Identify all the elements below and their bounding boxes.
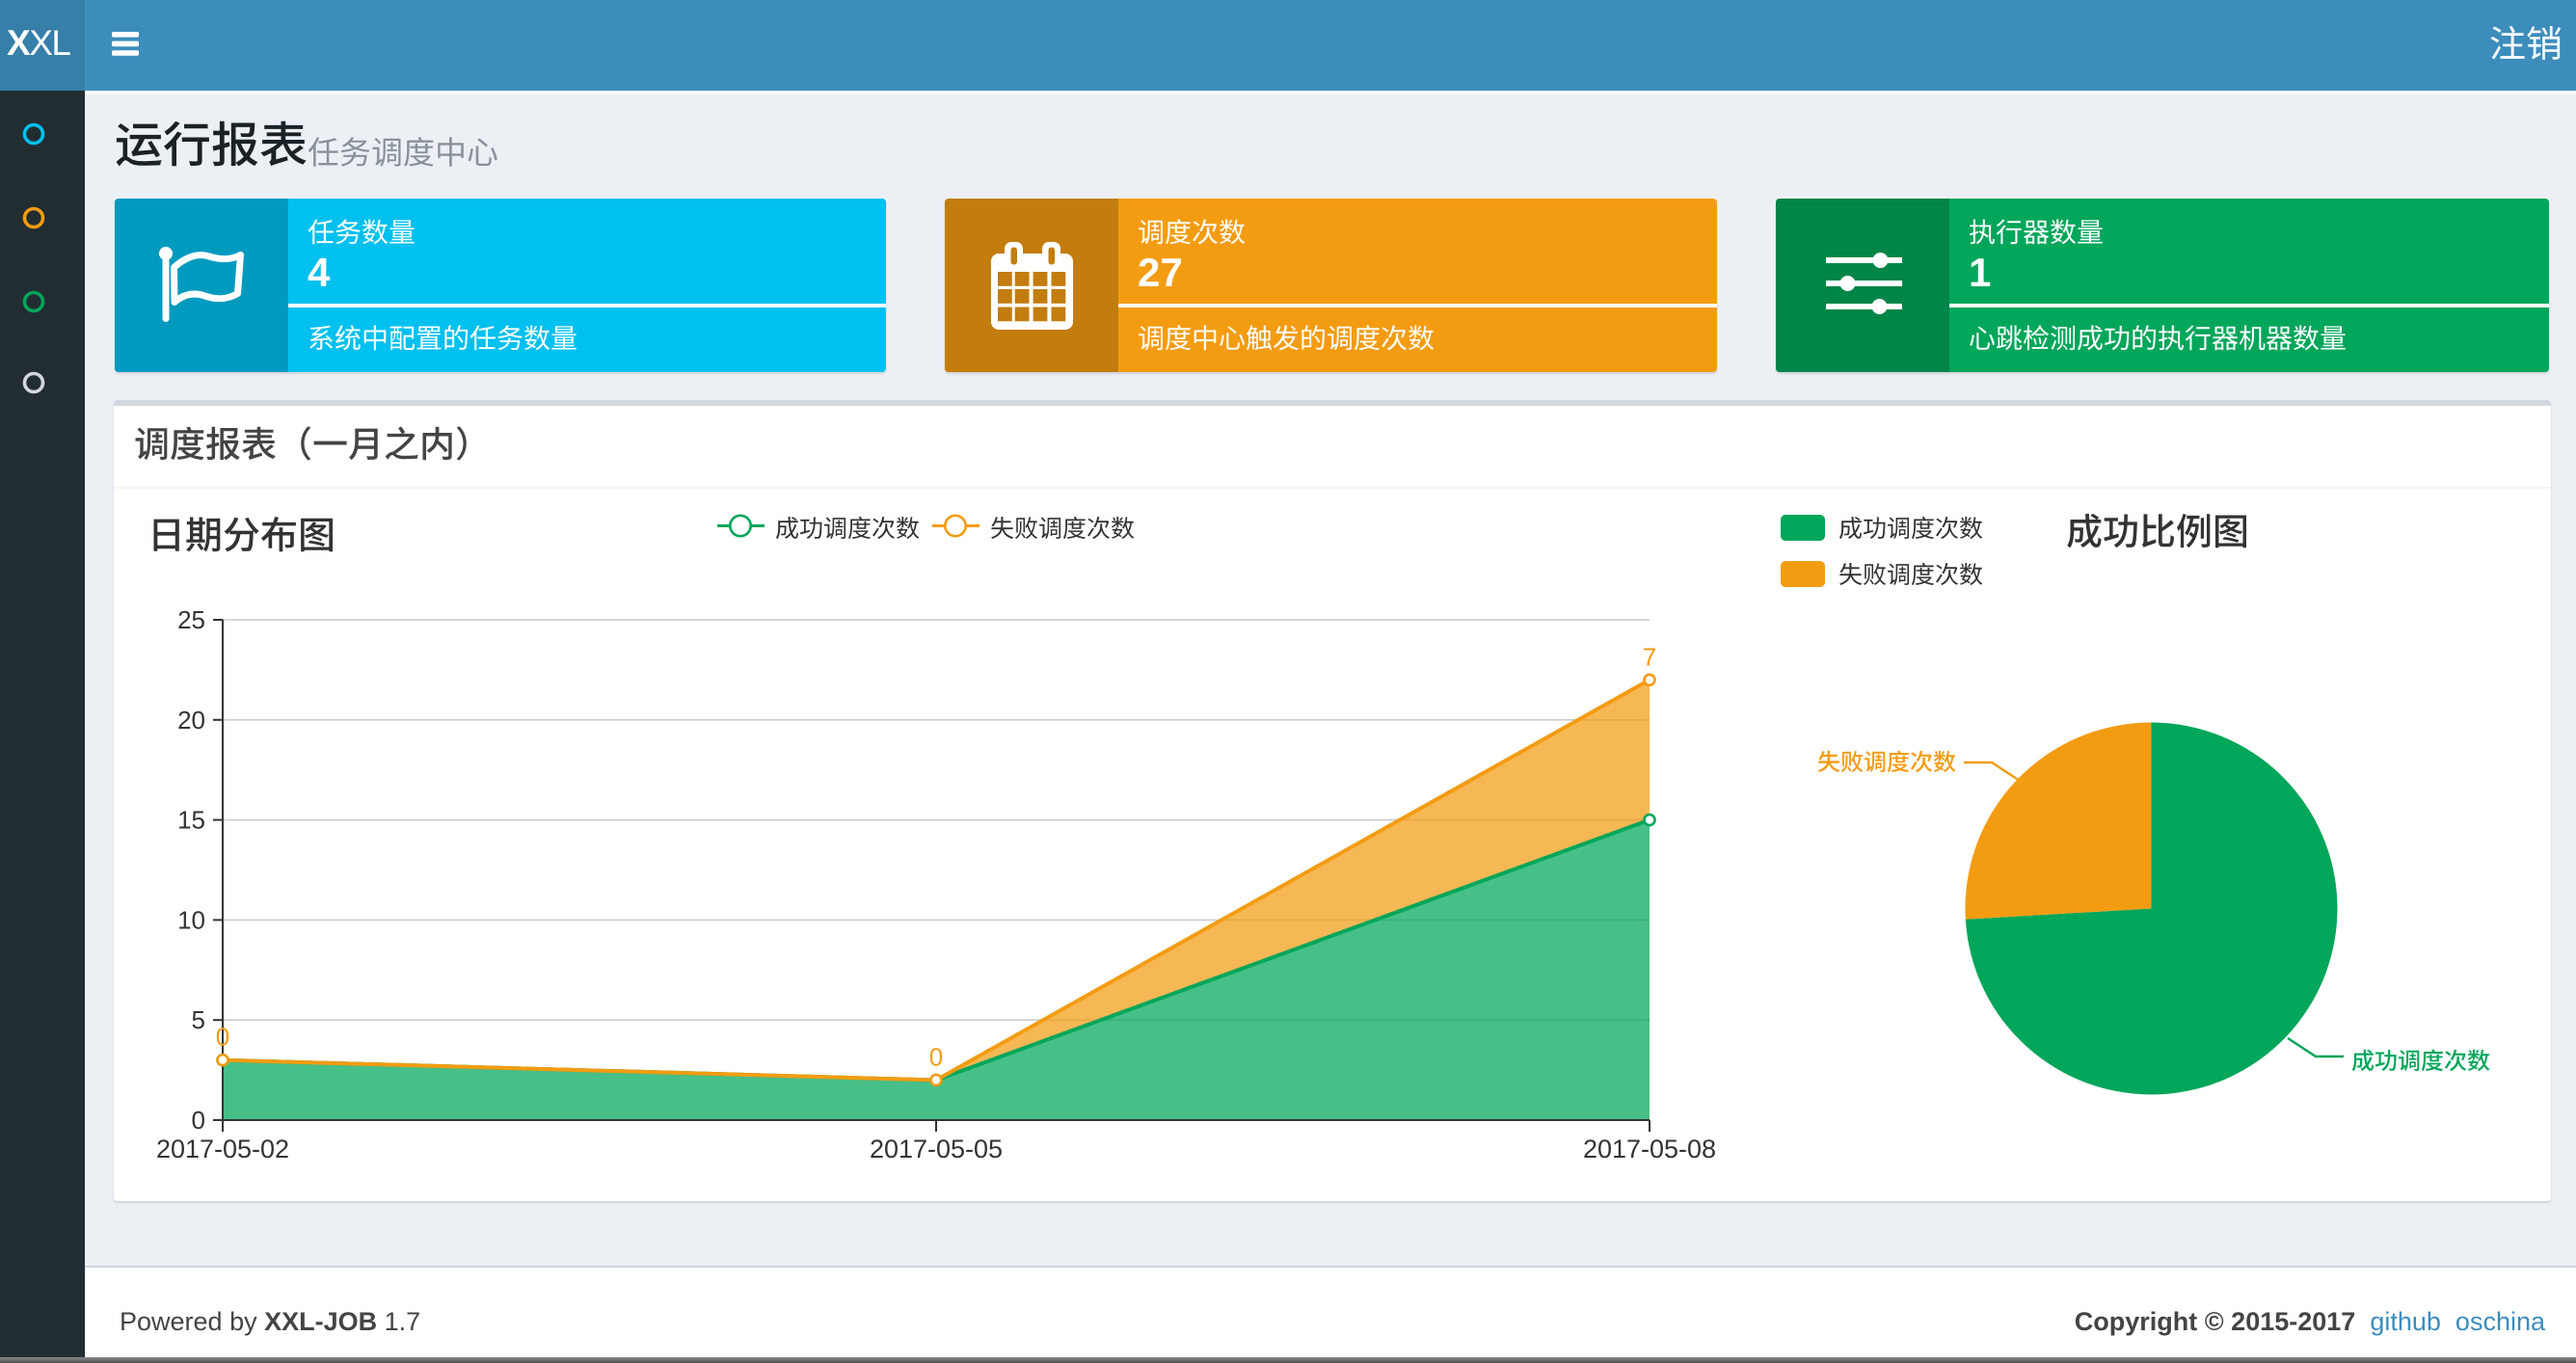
svg-text:4: 4 bbox=[308, 250, 331, 295]
svg-text:7: 7 bbox=[1643, 642, 1656, 671]
svg-text:0: 0 bbox=[929, 1043, 943, 1072]
svg-text:15: 15 bbox=[177, 806, 205, 835]
svg-text:5: 5 bbox=[192, 1005, 205, 1034]
svg-text:0: 0 bbox=[216, 1023, 229, 1052]
svg-text:10: 10 bbox=[177, 905, 205, 934]
svg-text:XXL: XXL bbox=[7, 23, 70, 63]
svg-text:25: 25 bbox=[177, 605, 205, 634]
svg-text:2017-05-05: 2017-05-05 bbox=[870, 1135, 1003, 1163]
svg-text:2017-05-08: 2017-05-08 bbox=[1583, 1135, 1716, 1163]
svg-text:0: 0 bbox=[192, 1106, 205, 1135]
svg-text:27: 27 bbox=[1138, 250, 1183, 295]
svg-text:20: 20 bbox=[177, 706, 205, 735]
svg-text:1: 1 bbox=[1969, 250, 1991, 295]
svg-text:2017-05-02: 2017-05-02 bbox=[156, 1135, 289, 1163]
